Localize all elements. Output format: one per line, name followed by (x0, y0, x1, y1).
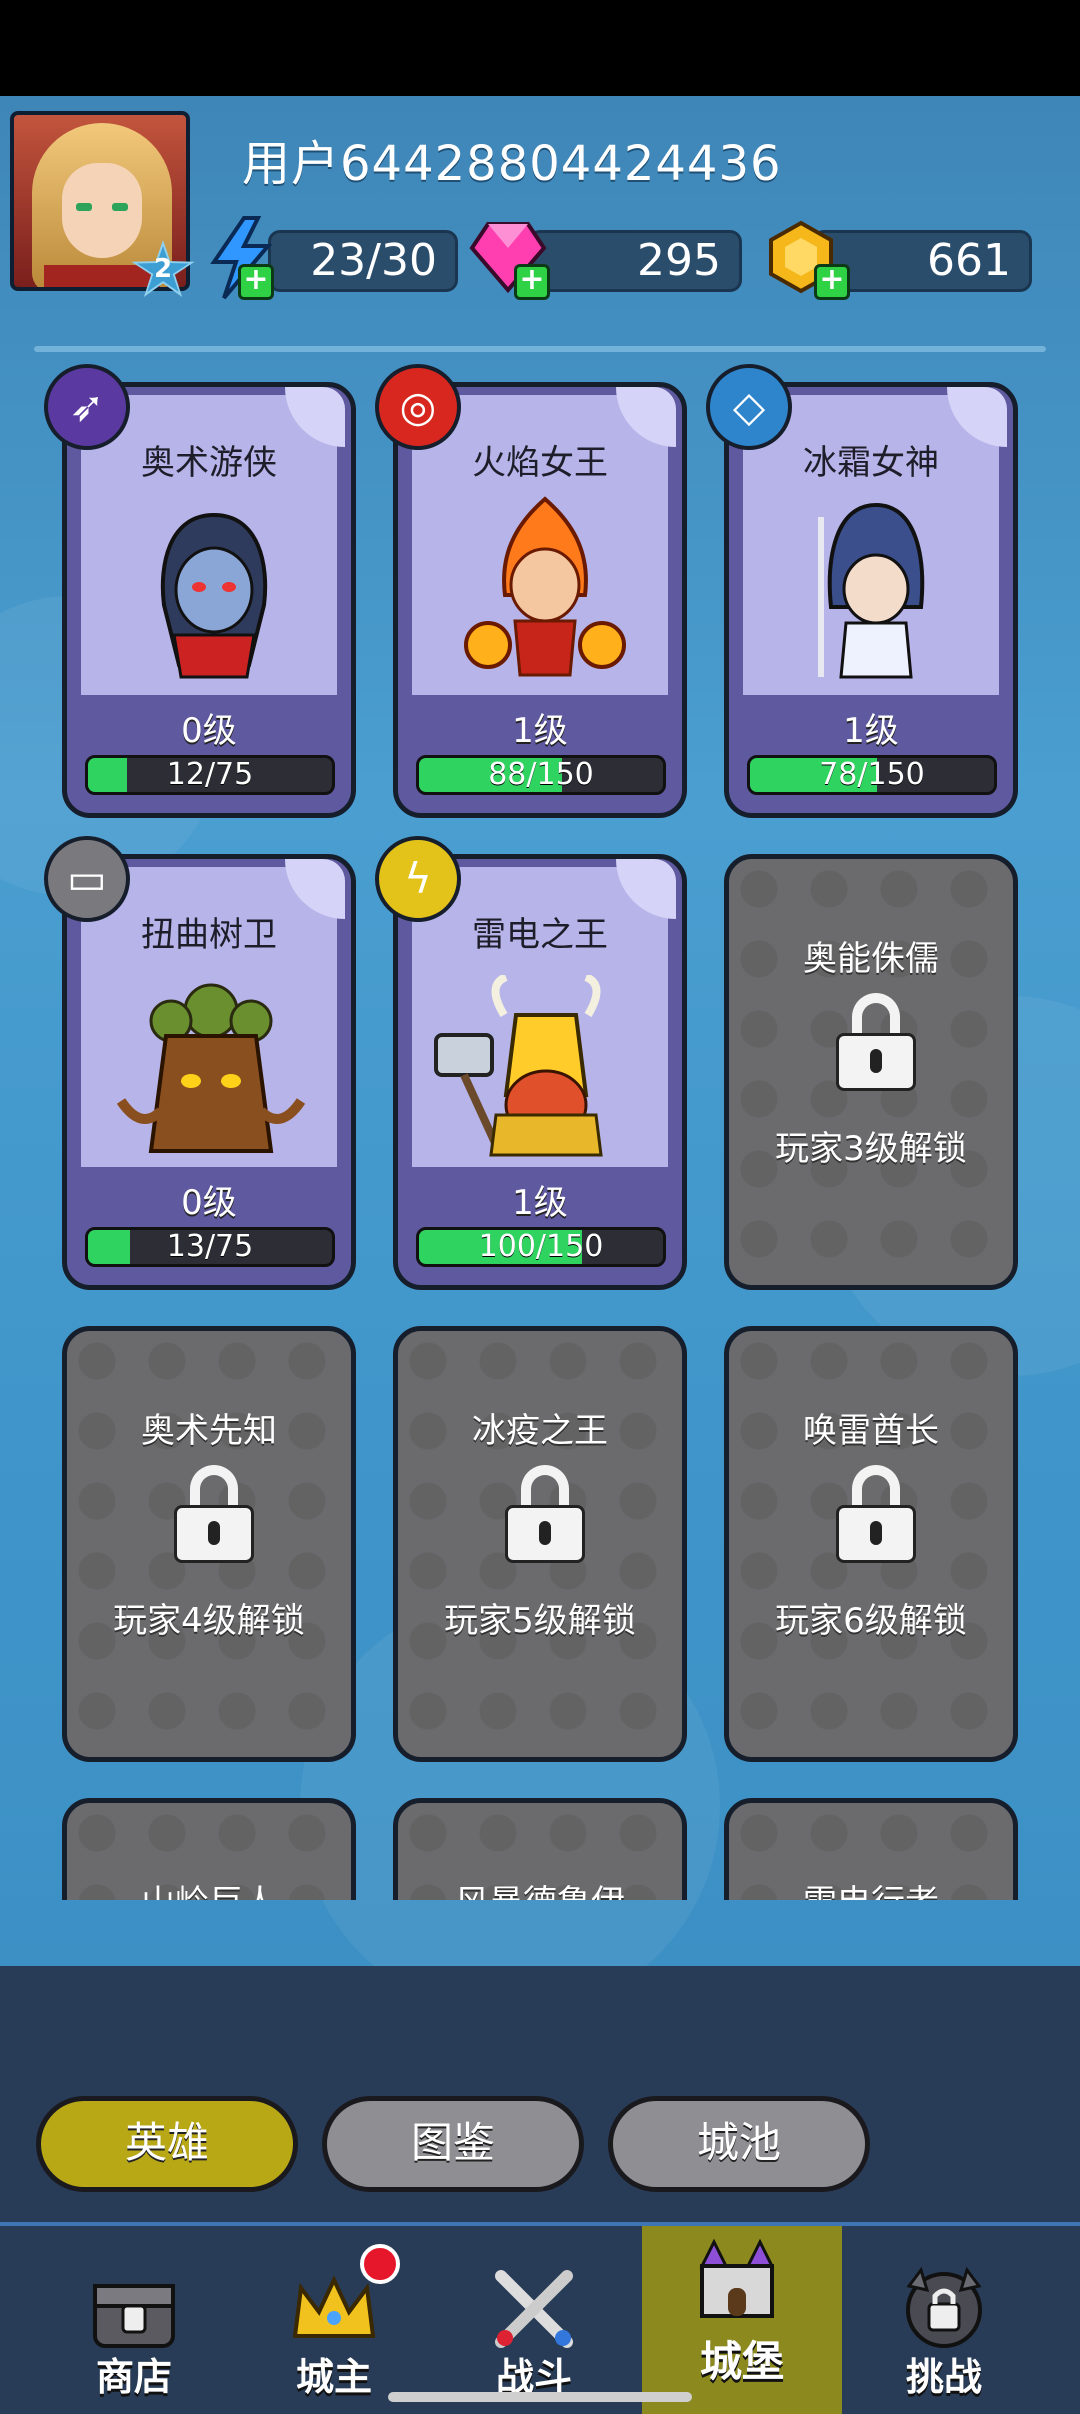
frost-goddess-portrait (818, 502, 925, 679)
shield-plate-icon: ▭ (44, 836, 130, 922)
locked-hero-card[interactable]: 风暴德鲁伊 (393, 1798, 687, 1900)
flame-queen-portrait (464, 496, 626, 677)
hero-name: 唤雷酋长 (803, 1411, 939, 1451)
hero-name: 雷电行者 (729, 1875, 1013, 1900)
arcane-ranger-portrait (160, 512, 268, 679)
locked-hero-card[interactable]: 雷电行者 (724, 1798, 1018, 1900)
hero-name: 奥术先知 (141, 1411, 277, 1451)
unlock-requirement: 玩家3级解锁 (775, 1129, 967, 1169)
locked-hero-card[interactable]: 山岭巨人 (62, 1798, 356, 1900)
castle-icon (699, 2238, 775, 2318)
locked-challenge-icon (906, 2266, 982, 2348)
lightning-icon: ϟ (375, 836, 461, 922)
tab-codex[interactable]: 图鉴 (322, 2096, 584, 2192)
nav-battle[interactable]: 战斗 (444, 2226, 624, 2414)
tab-heroes[interactable]: 英雄 (36, 2096, 298, 2192)
hero-progress-bar: 12/75 (85, 755, 335, 795)
unlock-requirement: 玩家4级解锁 (113, 1601, 305, 1641)
hero-progress-bar: 13/75 (85, 1227, 335, 1267)
nav-castle[interactable]: 城堡 (642, 2226, 842, 2414)
thunder-king-portrait (434, 975, 603, 1157)
hero-card-arcane-ranger[interactable]: 奥术游侠 0级 12/75 (62, 382, 356, 818)
nav-castle-label: 城堡 (699, 2337, 784, 2386)
locked-hero-card[interactable]: 唤雷酋长 玩家6级解锁 (724, 1326, 1018, 1762)
hero-level: 1级 (512, 711, 568, 751)
hero-level: 1级 (512, 1183, 568, 1223)
shop-chest-icon (93, 2284, 175, 2348)
unlock-requirement: 玩家5级解锁 (444, 1601, 636, 1641)
nav-challenge[interactable]: 挑战 (854, 2226, 1034, 2414)
twisted-treant-portrait (116, 983, 306, 1153)
lock-icon (505, 1465, 585, 1563)
tab-city[interactable]: 城池 (608, 2096, 870, 2192)
locked-hero-card[interactable]: 奥术先知 玩家4级解锁 (62, 1326, 356, 1762)
arrows-icon: ➶ (44, 364, 130, 450)
locked-hero-card[interactable]: 奥能侏儒 玩家3级解锁 (724, 854, 1018, 1290)
hero-progress-bar: 100/150 (416, 1227, 666, 1267)
hero-level: 0级 (181, 711, 237, 751)
fire-ring-icon: ◎ (375, 364, 461, 450)
crossed-swords-icon (495, 2270, 573, 2348)
hero-name: 奥能侏儒 (803, 939, 939, 979)
lock-icon (836, 1465, 916, 1563)
hero-progress-bar: 88/150 (416, 755, 666, 795)
hero-progress-bar: 78/150 (747, 755, 997, 795)
ice-crystal-icon: ◇ (706, 364, 792, 450)
lock-icon (836, 993, 916, 1091)
lock-icon (174, 1465, 254, 1563)
hero-level: 0级 (181, 1183, 237, 1223)
hero-card-frost-goddess[interactable]: 冰霜女神 1级 78/150 (724, 382, 1018, 818)
hero-card-twisted-treant[interactable]: 扭曲树卫 0级 13/75 (62, 854, 356, 1290)
unlock-requirement: 玩家6级解锁 (775, 1601, 967, 1641)
nav-lord[interactable]: 城主 (244, 2226, 424, 2414)
hero-level: 1级 (843, 711, 899, 751)
username: 用户64428804424436 (242, 136, 782, 192)
hero-card-thunder-king[interactable]: 雷电之王 1级 100/150 (393, 854, 687, 1290)
hero-card-flame-queen[interactable]: 火焰女王 1级 88/150 (393, 382, 687, 818)
notification-dot (360, 2244, 400, 2284)
locked-hero-card[interactable]: 冰疫之王 玩家5级解锁 (393, 1326, 687, 1762)
nav-challenge-label: 挑战 (905, 2355, 982, 2399)
hero-name: 山岭巨人 (67, 1875, 351, 1900)
home-indicator (388, 2392, 692, 2402)
hero-name: 风暴德鲁伊 (398, 1875, 682, 1900)
hero-grid: 奥术游侠 0级 12/75 ➶ 火焰女王 1级 88/150 ◎ 冰霜女神 1级… (0, 270, 1080, 1900)
nav-shop-label: 商店 (95, 2355, 172, 2399)
hero-name: 冰疫之王 (472, 1411, 608, 1451)
nav-shop[interactable]: 商店 (44, 2226, 224, 2414)
